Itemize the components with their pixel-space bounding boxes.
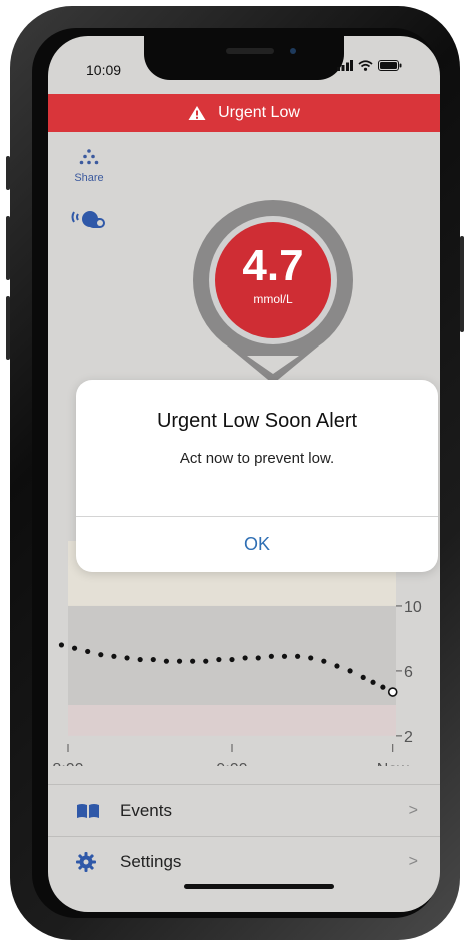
glucose-point bbox=[176, 658, 183, 664]
mute-switch bbox=[6, 156, 10, 190]
dialog-title: Urgent Low Soon Alert bbox=[156, 410, 358, 432]
share-button[interactable]: Share bbox=[70, 148, 108, 184]
ok-button[interactable]: OK bbox=[76, 517, 438, 572]
glucose-point bbox=[380, 684, 386, 690]
glucose-point bbox=[308, 655, 314, 661]
sensor-signal-icon[interactable] bbox=[70, 206, 108, 232]
glucose-point bbox=[71, 645, 78, 651]
wifi-icon bbox=[358, 60, 373, 71]
chevron-right-icon: > bbox=[408, 801, 418, 819]
x-tick-label: 8:00 bbox=[52, 761, 83, 766]
settings-menu-item[interactable]: Settings > bbox=[48, 836, 440, 886]
glucose-point bbox=[334, 663, 340, 669]
battery-icon bbox=[378, 60, 402, 71]
chevron-right-icon: > bbox=[408, 852, 418, 870]
glucose-point bbox=[229, 656, 235, 663]
front-camera bbox=[290, 48, 296, 54]
y-tick-label: 2 bbox=[404, 729, 413, 746]
dialog-message: Act now to prevent low. bbox=[179, 450, 335, 467]
glucose-point bbox=[255, 655, 261, 661]
banner-label: Urgent Low bbox=[218, 104, 300, 121]
status-time: 10:09 bbox=[86, 62, 122, 78]
glucose-point bbox=[150, 656, 156, 663]
phone-frame: 10:09 Urgent Low Share 4.7 mmol/L 10 6 2… bbox=[6, 6, 464, 940]
glucose-point bbox=[370, 679, 376, 685]
y-tick-label: 6 bbox=[404, 664, 413, 681]
gear-icon bbox=[76, 851, 96, 872]
speaker-grille bbox=[226, 48, 274, 54]
status-icons bbox=[337, 60, 402, 71]
glucose-point bbox=[203, 658, 209, 664]
glucose-point bbox=[347, 668, 353, 674]
glucose-point bbox=[111, 653, 117, 659]
glucose-reading-gauge: 4.7 mmol/L bbox=[183, 196, 363, 391]
glucose-point bbox=[137, 656, 143, 663]
glucose-point bbox=[190, 658, 196, 664]
home-indicator[interactable] bbox=[184, 884, 334, 889]
volume-up-button bbox=[6, 216, 10, 280]
settings-label: Settings bbox=[120, 851, 182, 871]
glucose-unit: mmol/L bbox=[253, 292, 293, 306]
screen: 10:09 Urgent Low Share 4.7 mmol/L 10 6 2… bbox=[48, 36, 440, 912]
glucose-point bbox=[85, 648, 91, 655]
glucose-point bbox=[295, 653, 301, 659]
y-tick-label: 10 bbox=[404, 599, 422, 616]
urgent-low-banner: Urgent Low bbox=[48, 94, 440, 132]
events-menu-item[interactable]: Events > bbox=[48, 784, 440, 836]
share-label: Share bbox=[74, 172, 104, 184]
glucose-point bbox=[124, 655, 130, 661]
share-icon bbox=[79, 149, 99, 165]
x-tick-label: 9:00 bbox=[216, 761, 247, 766]
glucose-point bbox=[242, 655, 248, 661]
current-glucose-point bbox=[387, 687, 398, 697]
band-target bbox=[68, 605, 396, 706]
alert-dialog: Urgent Low Soon Alert Act now to prevent… bbox=[76, 380, 438, 572]
volume-down-button bbox=[6, 296, 10, 360]
signal-icon bbox=[337, 60, 353, 71]
glucose-point bbox=[268, 653, 274, 659]
glucose-point bbox=[216, 656, 222, 663]
band-low bbox=[68, 705, 396, 736]
glucose-point bbox=[98, 652, 104, 658]
glucose-point bbox=[163, 658, 169, 664]
events-label: Events bbox=[120, 800, 172, 820]
glucose-point bbox=[281, 653, 288, 659]
glucose-point bbox=[321, 658, 327, 664]
reading-circle bbox=[193, 200, 353, 384]
glucose-point bbox=[360, 674, 366, 681]
glucose-value: 4.7 bbox=[242, 241, 304, 290]
x-tick-label: Now bbox=[377, 761, 409, 766]
book-icon bbox=[77, 803, 99, 818]
glucose-point bbox=[58, 642, 65, 648]
power-button bbox=[460, 236, 464, 332]
warning-icon bbox=[188, 106, 206, 120]
notch bbox=[144, 36, 344, 80]
